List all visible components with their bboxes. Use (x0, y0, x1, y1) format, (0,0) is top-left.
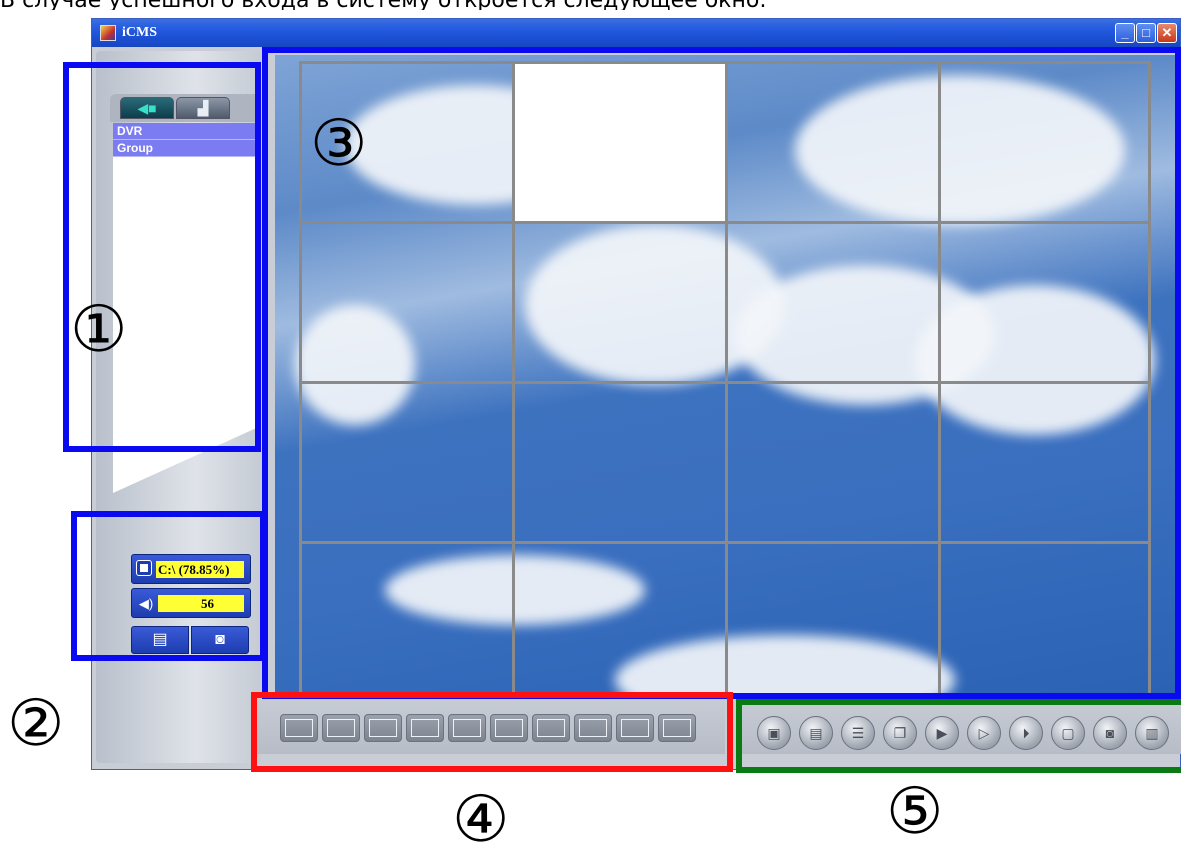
close-button[interactable]: ✕ (1157, 23, 1177, 43)
maximize-button[interactable]: □ (1136, 23, 1156, 43)
page-caption: В случае успешного входа в систему откро… (0, 0, 1181, 10)
minimize-button[interactable]: _ (1115, 23, 1135, 43)
annotation-number-3: ③ (310, 107, 368, 181)
annotation-number-1: ① (70, 293, 128, 367)
annotation-number-4: ④ (452, 783, 510, 857)
annotation-frame-5 (736, 699, 1181, 773)
window-title: iCMS (122, 25, 157, 40)
annotation-number-5: ⑤ (886, 775, 944, 849)
title-bar[interactable]: iCMS _ □ ✕ (92, 19, 1180, 47)
annotation-frame-2 (71, 511, 266, 661)
annotation-frame-1 (63, 62, 261, 452)
app-icon (100, 25, 116, 41)
annotation-frame-4 (251, 692, 733, 772)
annotation-frame-3 (262, 47, 1181, 699)
annotation-number-2: ② (7, 687, 65, 761)
